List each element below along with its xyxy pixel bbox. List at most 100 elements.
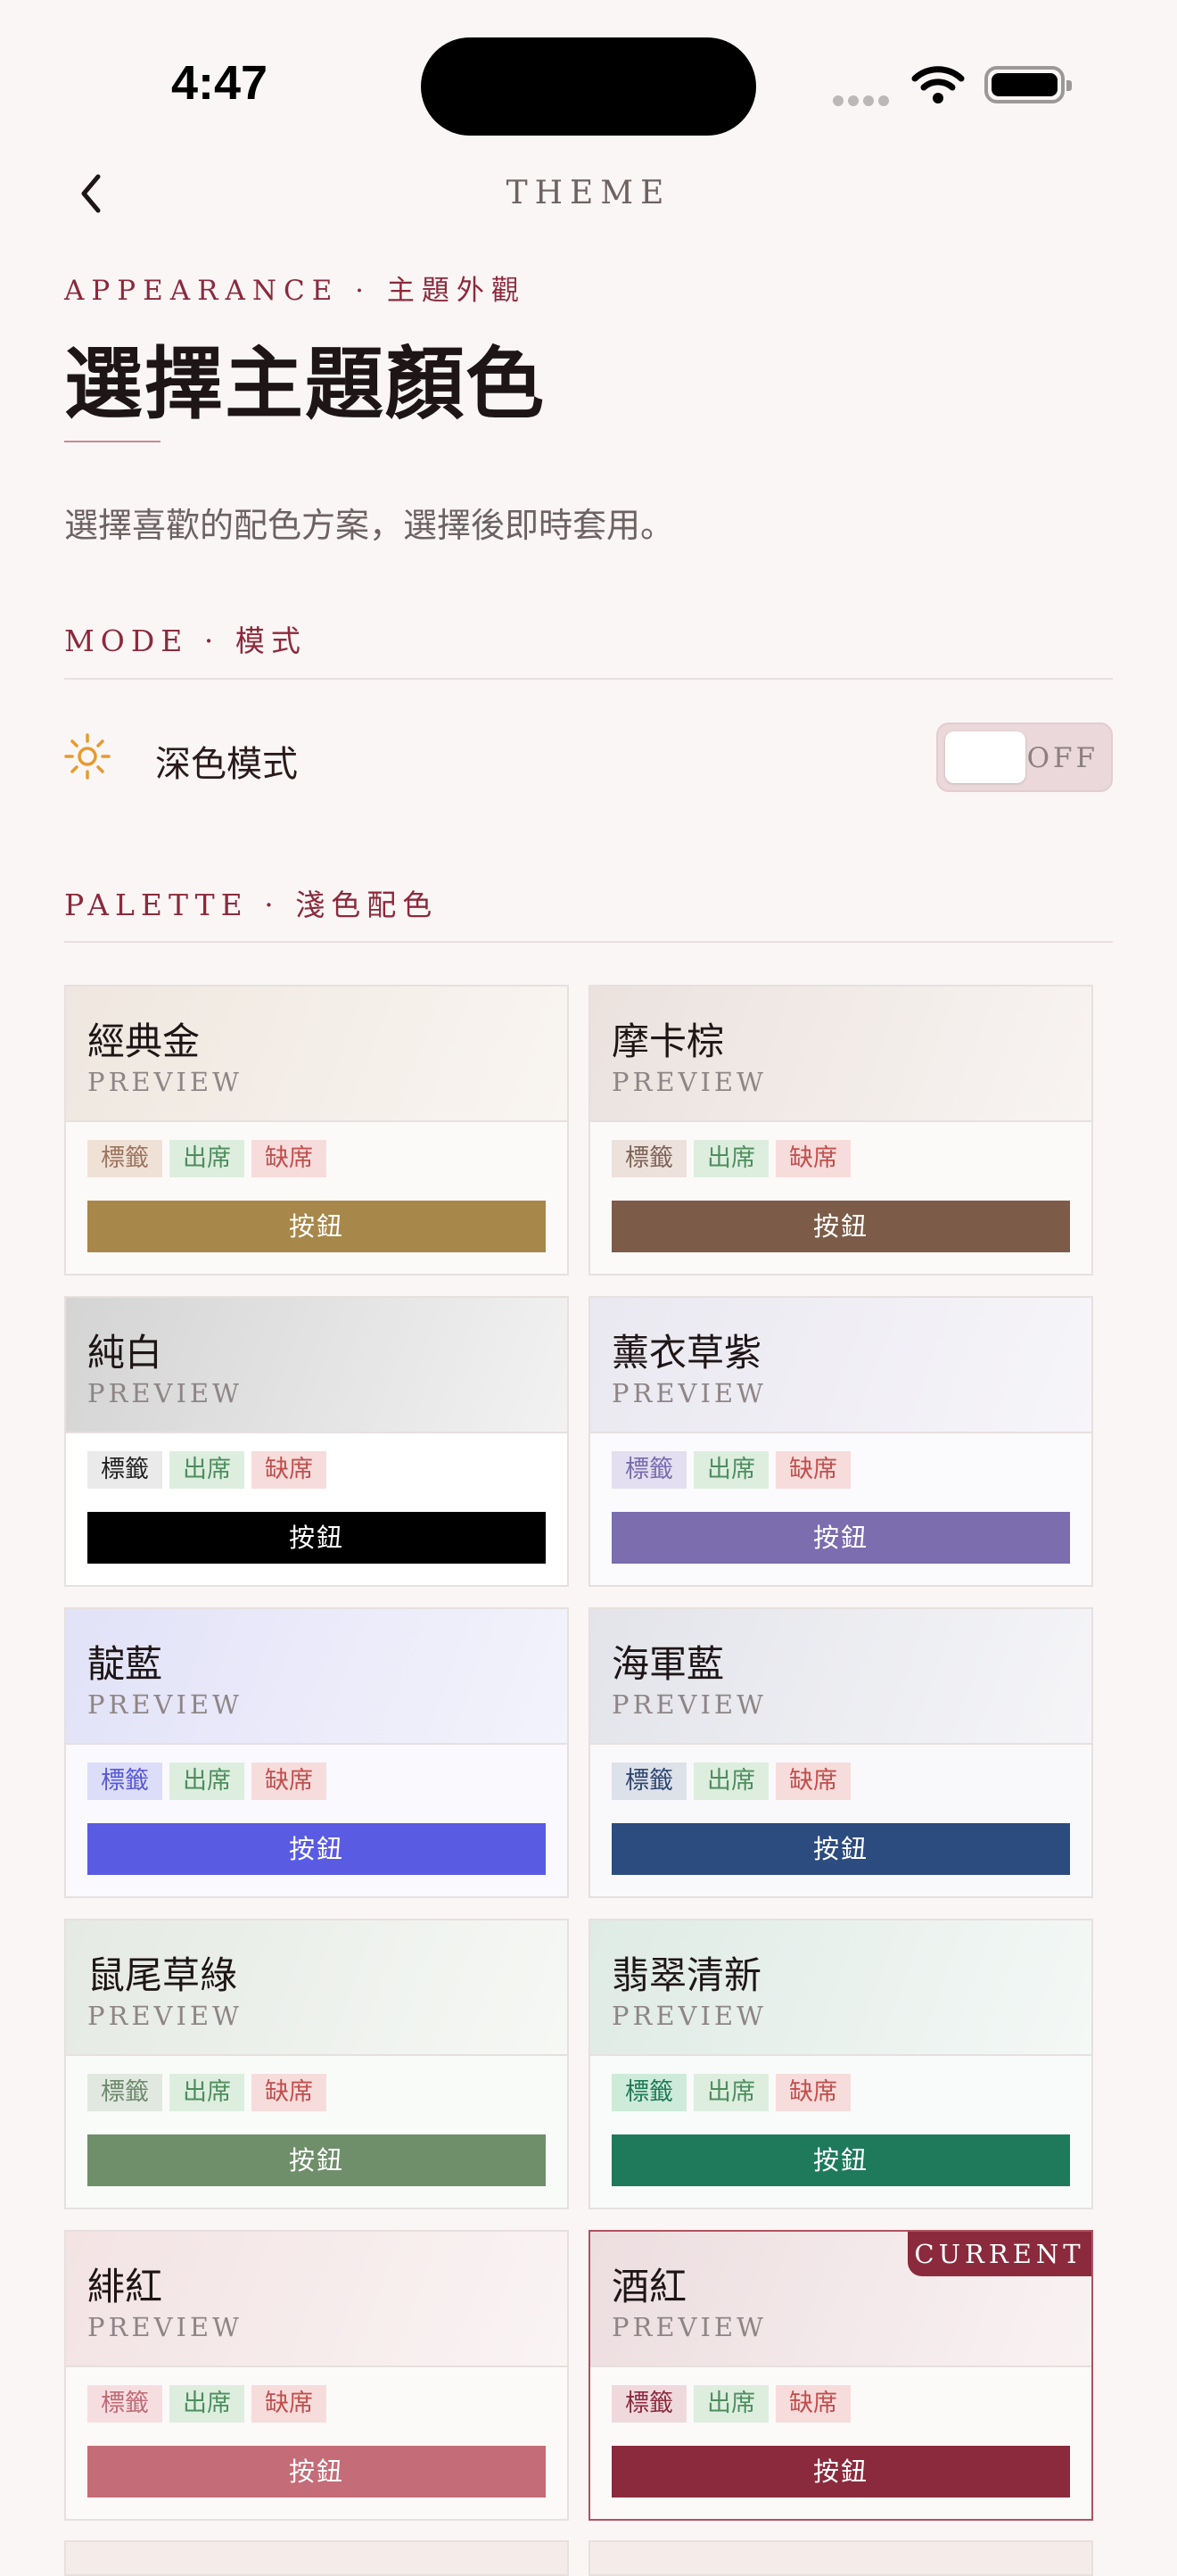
chip-present: 出席 bbox=[694, 2385, 769, 2423]
palette-chips: 標籤 出席 缺席 bbox=[87, 1451, 333, 1489]
palette-card-partial[interactable] bbox=[64, 2540, 569, 2576]
palette-preview-label: PREVIEW bbox=[87, 1067, 243, 1097]
palette-section-label: PALETTE · 淺色配色 bbox=[64, 888, 439, 922]
palette-preview-label: PREVIEW bbox=[87, 1378, 243, 1408]
palette-sample-button: 按鈕 bbox=[87, 2446, 546, 2498]
palette-chips: 標籤 出席 缺席 bbox=[612, 1140, 858, 1177]
palette-name: 鼠尾草綠 bbox=[87, 1953, 238, 1997]
palette-name: 海軍藍 bbox=[612, 1642, 725, 1686]
palette-chips: 標籤 出席 缺席 bbox=[612, 1763, 858, 1800]
palette-sample-button: 按鈕 bbox=[612, 1201, 1070, 1252]
palette-card-header: 純白 PREVIEW bbox=[66, 1298, 567, 1433]
chip-tag: 標籤 bbox=[612, 1451, 687, 1489]
dark-mode-label: 深色模式 bbox=[155, 744, 298, 785]
mode-section-divider bbox=[64, 678, 1113, 680]
palette-name: 經典金 bbox=[87, 1020, 201, 1063]
toggle-knob bbox=[945, 731, 1025, 783]
current-badge: CURRENT bbox=[908, 2232, 1091, 2276]
palette-card-header: 海軍藍 PREVIEW bbox=[590, 1609, 1091, 1745]
battery-icon bbox=[984, 66, 1072, 103]
chip-present: 出席 bbox=[694, 1451, 769, 1489]
chip-tag: 標籤 bbox=[612, 1763, 687, 1800]
palette-card-header: 緋紅 PREVIEW bbox=[66, 2232, 567, 2367]
chip-present: 出席 bbox=[169, 2074, 244, 2111]
palette-card[interactable]: 薰衣草紫 PREVIEW 標籤 出席 缺席按鈕 bbox=[588, 1296, 1093, 1587]
sun-icon bbox=[64, 733, 111, 780]
chip-present: 出席 bbox=[694, 1140, 769, 1177]
chip-absent: 缺席 bbox=[251, 2074, 326, 2111]
palette-card[interactable]: 靛藍 PREVIEW 標籤 出席 缺席 按鈕 bbox=[64, 1607, 569, 1898]
chip-absent: 缺席 bbox=[776, 1763, 851, 1800]
chip-present: 出席 bbox=[694, 1763, 769, 1800]
chip-absent: 缺席 bbox=[251, 2385, 326, 2423]
palette-name: 酒紅 bbox=[612, 2265, 687, 2308]
palette-card-header: 摩卡棕 PREVIEW bbox=[590, 987, 1091, 1122]
chip-tag: 標籤 bbox=[612, 2385, 687, 2423]
palette-card[interactable]: 經典金 PREVIEW 標籤 出席 缺席按鈕 bbox=[64, 985, 569, 1276]
palette-chips: 標籤 出席 缺席 bbox=[87, 2074, 333, 2111]
title-divider bbox=[64, 441, 160, 442]
chip-tag: 標籤 bbox=[87, 2074, 162, 2111]
palette-sample-button: 按鈕 bbox=[612, 1512, 1070, 1564]
palette-sample-button: 按鈕 bbox=[612, 2446, 1070, 2498]
palette-sample-button: 按鈕 bbox=[612, 1823, 1070, 1875]
palette-name: 緋紅 bbox=[87, 2265, 163, 2308]
dynamic-island bbox=[421, 37, 756, 136]
signal-icon bbox=[833, 93, 893, 110]
palette-preview-label: PREVIEW bbox=[612, 1689, 767, 1720]
nav-title: THEME bbox=[506, 175, 671, 211]
chip-present: 出席 bbox=[169, 1763, 244, 1800]
chip-absent: 缺席 bbox=[776, 1140, 851, 1177]
palette-card-header: 鼠尾草綠 PREVIEW bbox=[66, 1920, 567, 2056]
palette-card[interactable]: 酒紅 PREVIEW 標籤 出席 缺席 按鈕 CURRENT bbox=[588, 2230, 1093, 2521]
palette-card[interactable]: 摩卡棕 PREVIEW 標籤 出席 缺席按鈕 bbox=[588, 985, 1093, 1276]
palette-card[interactable]: 緋紅 PREVIEW 標籤 出席 缺席 按鈕 bbox=[64, 2230, 569, 2521]
palette-card-partial[interactable] bbox=[588, 2540, 1093, 2576]
chip-present: 出席 bbox=[169, 1140, 244, 1177]
status-time: 4:47 bbox=[171, 56, 268, 110]
palette-section-divider bbox=[64, 941, 1113, 943]
palette-preview-label: PREVIEW bbox=[612, 1378, 767, 1408]
palette-name: 摩卡棕 bbox=[612, 1020, 725, 1063]
chip-present: 出席 bbox=[694, 2074, 769, 2111]
palette-sample-button: 按鈕 bbox=[87, 1201, 546, 1252]
chip-absent: 缺席 bbox=[251, 1763, 326, 1800]
chip-tag: 標籤 bbox=[87, 1451, 162, 1489]
palette-sample-button: 按鈕 bbox=[87, 2134, 546, 2186]
palette-chips: 標籤 出席 缺席 bbox=[87, 1140, 333, 1177]
palette-card[interactable]: 翡翠清新 PREVIEW 標籤 出席 缺席 按鈕 bbox=[588, 1919, 1093, 2209]
palette-card[interactable]: 鼠尾草綠 PREVIEW 標籤 出席 缺席按鈕 bbox=[64, 1919, 569, 2209]
palette-card-header: 薰衣草紫 PREVIEW bbox=[590, 1298, 1091, 1433]
palette-name: 靛藍 bbox=[87, 1642, 163, 1686]
chip-tag: 標籤 bbox=[612, 1140, 687, 1177]
palette-preview-label: PREVIEW bbox=[612, 2001, 767, 2031]
palette-card-header: 經典金 PREVIEW bbox=[66, 987, 567, 1122]
palette-chips: 標籤 出席 缺席 bbox=[612, 2074, 858, 2111]
dark-mode-toggle[interactable]: OFF bbox=[936, 722, 1113, 792]
palette-name: 薰衣草紫 bbox=[612, 1331, 762, 1375]
chip-absent: 缺席 bbox=[251, 1140, 326, 1177]
palette-preview-label: PREVIEW bbox=[87, 2001, 243, 2031]
palette-card-header: 翡翠清新 PREVIEW bbox=[590, 1920, 1091, 2056]
chip-present: 出席 bbox=[169, 1451, 244, 1489]
chip-tag: 標籤 bbox=[87, 1140, 162, 1177]
palette-card[interactable]: 海軍藍 PREVIEW 標籤 出席 缺席按鈕 bbox=[588, 1607, 1093, 1898]
chip-tag: 標籤 bbox=[87, 1763, 162, 1800]
page-eyebrow: APPEARANCE · 主題外觀 bbox=[64, 275, 526, 307]
palette-chips: 標籤 出席 缺席 bbox=[612, 2385, 858, 2423]
chip-absent: 缺席 bbox=[776, 2385, 851, 2423]
chip-absent: 缺席 bbox=[251, 1451, 326, 1489]
palette-chips: 標籤 出席 缺席 bbox=[87, 1763, 333, 1800]
palette-name: 翡翠清新 bbox=[612, 1953, 762, 1997]
toggle-state-label: OFF bbox=[1026, 742, 1099, 774]
palette-preview-label: PREVIEW bbox=[87, 1689, 243, 1720]
wifi-icon bbox=[911, 66, 965, 103]
page-title: 選擇主題顏色 bbox=[64, 337, 547, 430]
palette-preview-label: PREVIEW bbox=[612, 1067, 767, 1097]
mode-section-label: MODE · 模式 bbox=[64, 623, 307, 658]
chip-absent: 缺席 bbox=[776, 1451, 851, 1489]
palette-preview-label: PREVIEW bbox=[87, 2312, 243, 2342]
palette-sample-button: 按鈕 bbox=[87, 1512, 546, 1564]
chip-present: 出席 bbox=[169, 2385, 244, 2423]
palette-card[interactable]: 純白 PREVIEW 標籤 出席 缺席按鈕 bbox=[64, 1296, 569, 1587]
